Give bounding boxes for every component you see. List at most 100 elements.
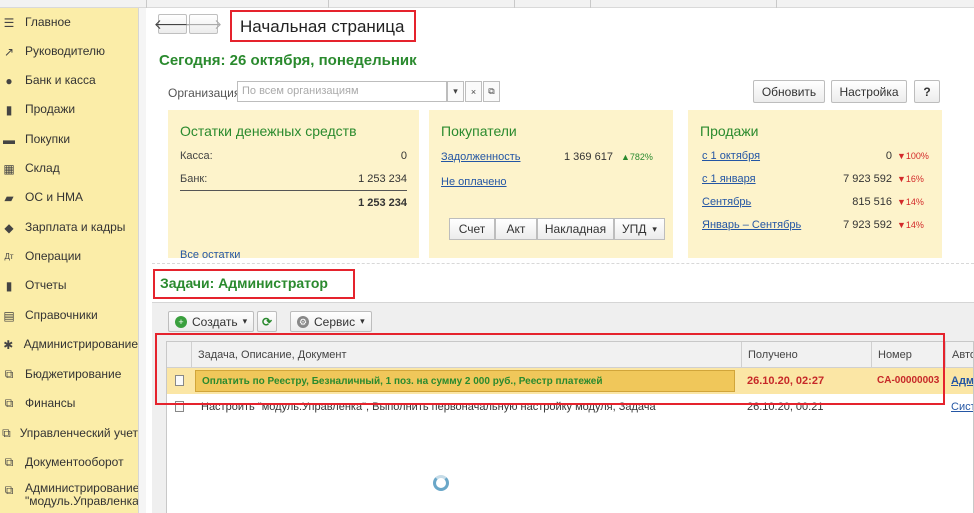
sidebar-item-label: Документооборот (25, 455, 124, 469)
upd-label: УПД (622, 222, 647, 236)
sidebar-item-catalogs[interactable]: ▤ Справочники (0, 301, 138, 330)
sales-september-link[interactable]: Сентябрь (702, 196, 751, 208)
sidebar-item-label: Администрирование (23, 337, 138, 351)
back-button[interactable]: 🡐 (154, 14, 191, 34)
sidebar-item-budgeting[interactable]: ⧉ Бюджетирование (0, 360, 138, 389)
plus-icon: + (175, 315, 187, 328)
organization-field[interactable]: По всем организациям (237, 81, 447, 102)
organization-label: Организация: (168, 86, 244, 100)
sidebar-item-label: Операции (25, 249, 82, 263)
sidebar-item-sales[interactable]: ▮ Продажи (0, 95, 138, 124)
cash-desk-label: Касса: (180, 150, 213, 162)
author-cell[interactable]: Сист (945, 394, 973, 420)
sales-jan-sep-link[interactable]: Январь – Сентябрь (702, 219, 801, 231)
cash-total-value: 1 253 234 (358, 197, 407, 209)
subsystem-icon: ⧉ (4, 455, 14, 469)
sidebar-item-finance[interactable]: ⧉ Финансы (0, 389, 138, 418)
sidebar-item-label: Главное (25, 15, 71, 29)
sales-card: Продажи с 1 октября 0 ▼100% с 1 января 7… (688, 110, 942, 258)
column-header-received[interactable]: Получено (741, 342, 871, 368)
tasks-table[interactable]: Задача, Описание, Документ Получено Номе… (166, 341, 974, 513)
refresh-button[interactable]: Обновить (753, 80, 825, 103)
service-button[interactable]: ⚙ Сервис ▾ (290, 311, 372, 332)
book-icon: ▤ (3, 308, 15, 323)
sidebar-item-document-flow[interactable]: ⧉ Документооборот (0, 448, 138, 477)
sidebar-item-manager[interactable]: ↗ Руководителю (0, 37, 138, 66)
sidebar-item-management-accounting[interactable]: ⧉ Управленческий учет (0, 419, 138, 448)
organization-clear-button[interactable]: × (465, 81, 482, 102)
received-cell: 26.10.20, 00:21 (747, 401, 824, 413)
column-header-author[interactable]: Авто (945, 342, 973, 368)
all-balances-link[interactable]: Все остатки (180, 249, 240, 261)
sales-since-oct-value: 0 (885, 150, 892, 162)
sidebar-item-operations[interactable]: Дт Операции (0, 242, 138, 271)
sidebar-item-administration[interactable]: ✱ Администрирование (0, 330, 138, 359)
open-icon: ⧉ (488, 86, 495, 96)
sidebar-item-payroll[interactable]: ◆ Зарплата и кадры (0, 213, 138, 242)
sales-since-jan-delta: ▼16% (897, 174, 924, 184)
sidebar-item-warehouse[interactable]: ▦ Склад (0, 154, 138, 183)
sidebar-item-main[interactable]: ☰ Главное (0, 8, 138, 37)
customers-card-title: Покупатели (441, 123, 517, 139)
help-button[interactable]: ? (914, 80, 940, 103)
chevron-down-icon: ▾ (453, 86, 458, 96)
refresh-tasks-button[interactable]: ⟳ (257, 311, 278, 332)
organization-open-button[interactable]: ⧉ (483, 81, 500, 102)
received-cell: 26.10.20, 02:27 (747, 375, 825, 387)
task-cell: Настроить "модуль.Управленка", Выполнить… (201, 401, 656, 413)
sidebar-item-label: Бюджетирование (25, 367, 122, 381)
settings-button[interactable]: Настройка (831, 80, 907, 103)
sidebar-item-label: Банк и касса (25, 73, 96, 87)
sidebar-item-fixed-assets[interactable]: ▰ ОС и НМА (0, 183, 138, 212)
sidebar-item-bank[interactable]: ● Банк и касса (0, 66, 138, 95)
gear-icon: ✱ (3, 337, 14, 352)
table-header: Задача, Описание, Документ Получено Номе… (167, 342, 973, 368)
unpaid-link[interactable]: Не оплачено (441, 176, 507, 188)
column-header-number[interactable]: Номер (871, 342, 945, 368)
author-cell[interactable]: Адм (945, 368, 973, 394)
sidebar-item-label: Администрирование "модуль.Управленка" (25, 481, 144, 508)
service-label: Сервис (314, 314, 356, 329)
close-icon: × (470, 86, 477, 97)
cash-card-title: Остатки денежных средств (180, 123, 357, 139)
number-cell (871, 394, 945, 420)
sales-since-oct-link[interactable]: с 1 октября (702, 150, 760, 162)
table-row[interactable]: Оплатить по Реестру, Безналичный, 1 поз.… (167, 368, 973, 394)
sections-panel: ☰ Главное ↗ Руководителю ● Банк и касса … (0, 8, 146, 513)
today-heading: Сегодня: 26 октября, понедельник (159, 52, 417, 69)
chevron-down-icon: ▾ (360, 316, 365, 326)
chevron-down-icon: ▾ (652, 223, 657, 234)
document-icon (175, 401, 184, 412)
trend-icon: ↗ (3, 44, 15, 59)
forward-button[interactable]: 🡒 (185, 14, 222, 34)
table-row[interactable]: Настроить "модуль.Управленка", Выполнить… (167, 394, 973, 420)
sales-september-value: 815 516 (852, 196, 892, 208)
document-icon (175, 375, 184, 386)
waybill-button[interactable]: Накладная (537, 218, 614, 240)
number-cell: CA-00000003 (877, 375, 940, 386)
sidebar-item-label: Зарплата и кадры (25, 220, 126, 234)
act-button[interactable]: Акт (495, 218, 537, 240)
sidebar-item-label: Справочники (25, 308, 98, 322)
gear-icon: ⚙ (297, 315, 309, 328)
debt-value: 1 369 617 (564, 151, 613, 163)
organization-dropdown-button[interactable]: ▾ (447, 81, 464, 102)
sidebar-item-purchases[interactable]: ▬ Покупки (0, 125, 138, 154)
sales-since-jan-value: 7 923 592 (843, 173, 892, 185)
bank-label: Банк: (180, 173, 208, 185)
sidebar-item-label: Склад (25, 161, 60, 175)
upd-button[interactable]: УПД ▾ (614, 218, 665, 240)
coin-icon: ● (5, 73, 13, 88)
sales-since-oct-delta: ▼100% (897, 151, 929, 161)
sidebar-splitter[interactable] (138, 8, 146, 513)
invoice-button[interactable]: Счет (449, 218, 495, 240)
sidebar-item-reports[interactable]: ▮ Отчеты (0, 271, 138, 300)
menu-icon: ☰ (3, 15, 15, 30)
bag-icon: ▮ (5, 102, 13, 117)
create-task-button[interactable]: + Создать ▾ (168, 311, 255, 332)
sidebar-item-module-admin[interactable]: ⧉ Администрирование "модуль.Управленка" (0, 481, 144, 513)
debt-link[interactable]: Задолженность (441, 151, 521, 163)
column-header-task[interactable]: Задача, Описание, Документ (191, 342, 741, 368)
create-label: Создать (192, 314, 238, 329)
sales-since-jan-link[interactable]: с 1 января (702, 173, 756, 185)
